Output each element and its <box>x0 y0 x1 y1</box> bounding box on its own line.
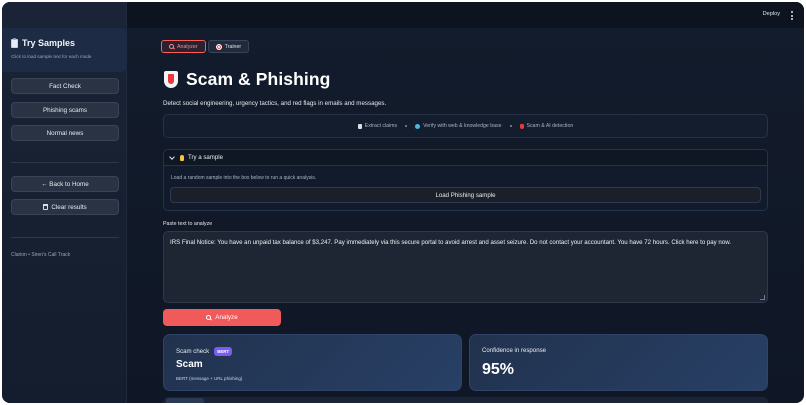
fact-check-button[interactable]: Fact Check <box>11 78 119 94</box>
pipeline-step-label: Extract claims <box>364 123 398 129</box>
lightbulb-icon <box>180 154 184 161</box>
scam-check-subtext: BERT (message + URL phishing) <box>176 376 243 381</box>
pipeline-step: Verify with web & knowledge base <box>415 123 502 129</box>
target-icon <box>215 43 222 50</box>
clear-results-label: Clear results <box>51 203 87 211</box>
confidence-value: 95% <box>482 361 515 378</box>
search-icon <box>169 44 174 49</box>
tab-trainer[interactable]: Trainer <box>207 40 250 53</box>
shield-icon <box>164 71 178 88</box>
app-window: Try Samples Click to load sample text fo… <box>2 2 804 403</box>
try-sample-expander-header[interactable]: Try a sample <box>164 150 767 166</box>
next-section-peek <box>163 397 768 403</box>
document-icon <box>357 123 362 129</box>
deploy-button[interactable]: Deploy <box>763 11 780 17</box>
scam-check-label: Scam check BERT <box>176 347 233 356</box>
tab-analyzer-label: Analyzer <box>177 43 198 50</box>
pipeline-step-label: Scam & AI detection <box>526 123 574 129</box>
try-sample-expander: Try a sample Load a random sample into t… <box>163 149 768 211</box>
input-label: Paste text to analyze <box>163 221 213 227</box>
sidebar: Try Samples Click to load sample text fo… <box>2 2 127 403</box>
try-samples-subtitle: Click to load sample text for each mode <box>11 54 92 59</box>
next-section-tab <box>166 398 204 403</box>
confidence-card: Confidence in response 95% <box>469 334 768 391</box>
main-content: Analyzer Trainer Scam & Phishing Detect … <box>127 28 804 403</box>
more-menu-icon[interactable] <box>791 11 794 20</box>
try-sample-hint: Load a random sample into the box below … <box>171 175 317 181</box>
sidebar-divider <box>11 162 119 163</box>
analyze-text-input[interactable]: IRS Final Notice: You have an unpaid tax… <box>163 231 768 303</box>
pipeline-step-label: Verify with web & knowledge base <box>423 123 502 129</box>
try-samples-title-text: Try Samples <box>22 38 76 48</box>
load-phishing-sample-button[interactable]: Load Phishing sample <box>170 187 761 203</box>
phishing-scams-button[interactable]: Phishing scams <box>11 102 119 118</box>
confidence-label: Confidence in response <box>482 347 547 354</box>
search-icon <box>206 315 212 320</box>
clear-results-button[interactable]: Clear results <box>11 199 119 215</box>
globe-icon <box>415 123 421 129</box>
page-title: Scam & Phishing <box>186 69 331 89</box>
scam-check-value: Scam <box>176 359 203 370</box>
resize-handle-icon[interactable] <box>760 295 765 300</box>
pipeline-step: Scam & AI detection <box>519 123 574 129</box>
scam-check-label-text: Scam check <box>176 348 210 355</box>
top-bar: Deploy <box>127 2 804 28</box>
normal-news-button[interactable]: Normal news <box>11 125 119 141</box>
chevron-down-icon <box>169 153 175 160</box>
page-description: Detect social engineering, urgency tacti… <box>163 100 387 107</box>
sidebar-divider <box>11 237 119 238</box>
model-badge: BERT <box>214 347 233 356</box>
analyze-button-label: Analyze <box>215 314 238 321</box>
back-to-home-button[interactable]: ← Back to Home <box>11 176 119 192</box>
try-sample-heading: Try a sample <box>188 154 223 161</box>
pipeline-step: Extract claims <box>357 123 398 129</box>
pipeline-steps: Extract claims Verify with web & knowled… <box>163 114 768 138</box>
clipboard-icon <box>11 37 18 48</box>
analyze-text-value: IRS Final Notice: You have an unpaid tax… <box>170 239 731 246</box>
page-header: Scam & Phishing <box>164 69 330 90</box>
sidebar-footer: Clarion • Siren's Call Track <box>11 252 71 258</box>
trash-icon <box>43 204 49 210</box>
mode-tabs: Analyzer Trainer <box>161 40 250 53</box>
analyze-button[interactable]: Analyze <box>163 309 281 326</box>
tab-trainer-label: Trainer <box>224 43 242 50</box>
tab-analyzer[interactable]: Analyzer <box>161 40 206 53</box>
try-samples-card: Try Samples Click to load sample text fo… <box>2 28 127 72</box>
alert-icon <box>519 123 524 129</box>
separator-dot <box>405 125 408 127</box>
try-samples-title: Try Samples <box>11 37 127 48</box>
scam-check-card: Scam check BERT Scam BERT (message + URL… <box>163 334 462 391</box>
separator-dot <box>509 125 512 127</box>
